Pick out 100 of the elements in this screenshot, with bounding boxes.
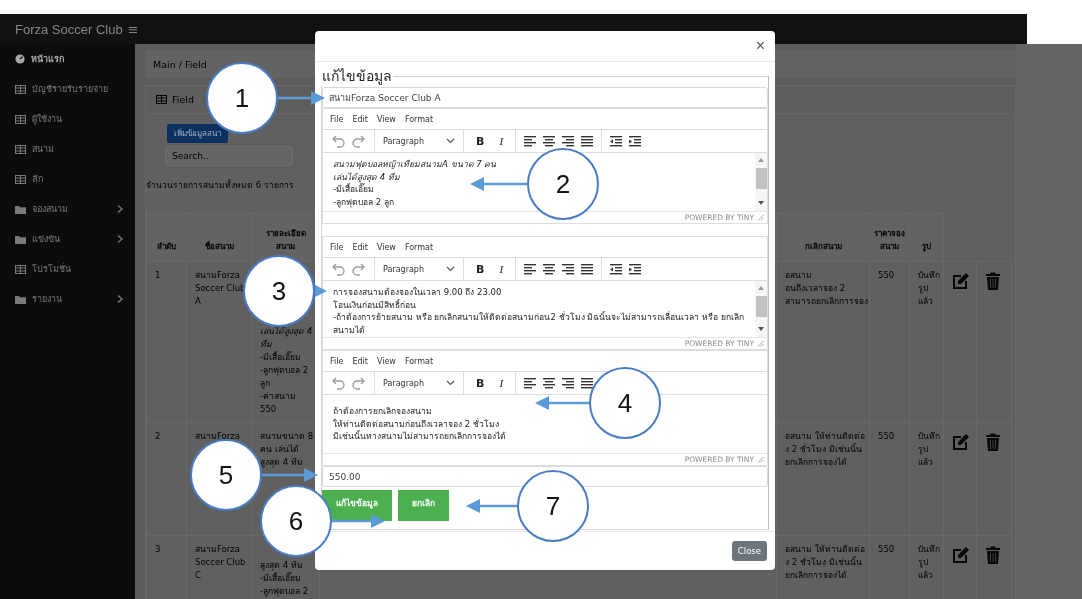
form-legend: แก้ไขข้อมูล bbox=[321, 65, 393, 87]
scrollbar[interactable] bbox=[755, 281, 767, 337]
align-right-icon[interactable] bbox=[562, 263, 575, 275]
table-cell-text: สามารถยกเลิกการจอง bbox=[785, 296, 868, 306]
indent-icon[interactable] bbox=[629, 263, 642, 275]
editor-text-line[interactable]: -ลูกฟุตบอล 2 ลูก bbox=[333, 195, 394, 208]
italic-button[interactable]: I bbox=[495, 135, 508, 147]
editor-text-line[interactable]: สนามฟุตบอลหญ้าเทียมสนามA ขนาด 7 คน bbox=[333, 158, 497, 171]
column-header: ลำดับ bbox=[146, 212, 187, 262]
align-justify-icon[interactable] bbox=[581, 135, 594, 147]
menu-item[interactable]: View bbox=[376, 356, 396, 366]
align-right-icon[interactable] bbox=[562, 135, 575, 147]
italic-button[interactable]: I bbox=[495, 377, 508, 389]
add-field-button[interactable]: เพิ่มข้อมูลสนา bbox=[167, 124, 228, 143]
bold-button[interactable]: B bbox=[472, 376, 489, 390]
edit-icon[interactable] bbox=[952, 272, 970, 290]
menu-item[interactable]: File bbox=[330, 356, 344, 366]
name-field[interactable]: สนามForza Soccer Club A bbox=[322, 87, 768, 108]
indent-icon[interactable] bbox=[629, 135, 642, 147]
menu-item[interactable]: Format bbox=[404, 242, 434, 252]
editor-text-line[interactable]: ถ้าต้องการยกเลิกจองสนาม bbox=[333, 405, 432, 418]
editor-text-line[interactable]: เล่นได้สูงสุด 4 ทีม bbox=[333, 170, 400, 183]
menu-item[interactable]: File bbox=[330, 114, 344, 124]
scrollbar[interactable] bbox=[755, 153, 767, 211]
table-cell: บันทึกรูปแล้ว bbox=[909, 422, 944, 536]
editor-text-line[interactable]: มิเช่นนั้นทางสนามไม่สามารถยกเลิกการจองได้ bbox=[333, 430, 506, 443]
format-dropdown[interactable]: Paragraph bbox=[383, 264, 455, 274]
price-field[interactable]: 550.00 bbox=[322, 466, 768, 487]
undo-icon[interactable] bbox=[331, 376, 345, 390]
menu-item[interactable]: File bbox=[330, 242, 344, 252]
menu-toggle[interactable]: ≡ bbox=[127, 21, 139, 37]
editor-text-line[interactable]: ให้ท่านติดต่อสนามก่อนถึงเวลาจอง 2 ชั่วโมง bbox=[333, 417, 499, 430]
redo-icon[interactable] bbox=[352, 262, 366, 276]
sidebar-item[interactable]: ผู้ใช้งาน bbox=[32, 112, 123, 126]
align-left-icon[interactable] bbox=[524, 263, 537, 275]
align-right-icon[interactable] bbox=[562, 377, 575, 389]
table-cell: บันทึกรูปแล้ว bbox=[909, 261, 944, 423]
align-justify-icon[interactable] bbox=[581, 263, 594, 275]
table-cell-text: ยกเลิกการจองได้ bbox=[785, 457, 847, 467]
sidebar-item[interactable]: โปรโมชั่น bbox=[32, 262, 123, 276]
resize-grip-icon[interactable] bbox=[757, 456, 764, 463]
outdent-icon[interactable] bbox=[610, 263, 623, 275]
folder-icon bbox=[15, 234, 26, 244]
trash-icon[interactable] bbox=[985, 433, 1001, 451]
sidebar-item[interactable]: บัญชีรายรับรายจ่าย bbox=[32, 82, 123, 96]
menu-item[interactable]: View bbox=[376, 242, 396, 252]
menu-item[interactable]: View bbox=[376, 114, 396, 124]
edit-icon[interactable] bbox=[952, 546, 970, 564]
align-center-icon[interactable] bbox=[543, 377, 556, 389]
resize-grip-icon[interactable] bbox=[757, 214, 764, 221]
sidebar-item[interactable]: รายงาน bbox=[32, 292, 111, 306]
sidebar-item[interactable]: แข่งขัน bbox=[32, 232, 111, 246]
search-field[interactable]: Search.. bbox=[165, 146, 293, 166]
table-cell-text: -ค่าสนาม 550 bbox=[260, 391, 297, 414]
editor-text-line[interactable]: โอนเงินก่อนมีสิทธิ์ก่อน bbox=[333, 298, 416, 311]
redo-icon[interactable] bbox=[352, 134, 366, 148]
italic-button[interactable]: I bbox=[495, 263, 508, 275]
sidebar-item[interactable]: ลีก bbox=[32, 172, 123, 186]
trash-icon[interactable] bbox=[985, 546, 1001, 564]
table-cell-text: -ลูกฟุตบอล 2 ลูก bbox=[260, 365, 309, 388]
table-icon bbox=[15, 144, 26, 154]
undo-icon[interactable] bbox=[331, 262, 345, 276]
resize-grip-icon[interactable] bbox=[757, 340, 764, 347]
menu-item[interactable]: Edit bbox=[352, 114, 368, 124]
dropdown-value: Paragraph bbox=[383, 136, 424, 146]
sidebar-item[interactable]: หน้าแรก bbox=[31, 52, 123, 66]
align-justify-icon[interactable] bbox=[581, 377, 594, 389]
menu-item[interactable]: Edit bbox=[352, 242, 368, 252]
callout-arrow bbox=[470, 177, 527, 191]
align-left-icon[interactable] bbox=[524, 377, 537, 389]
bold-button[interactable]: B bbox=[472, 262, 489, 276]
redo-icon[interactable] bbox=[352, 376, 366, 390]
table-cell-text: ยกเลิกการจองได้ bbox=[785, 570, 847, 580]
close-button[interactable]: Close bbox=[731, 541, 767, 561]
card-title: Field bbox=[172, 94, 194, 105]
dropdown-value: Paragraph bbox=[383, 378, 424, 388]
table-cell-text: -มีเสื้อเอี๊ยม bbox=[260, 352, 302, 362]
menu-item[interactable]: Edit bbox=[352, 356, 368, 366]
column-header: รูป bbox=[909, 212, 944, 262]
editor-text-line[interactable]: -ถ้าต้องการย้ายสนาม หรือ ยกเลิกสนามให้ติดต่อสนามก่อน2 ชั่วโมง มิฉนั้นจะไม่สามารถเลื่อนเวลา หรือ ยกเลิก สนามได้ bbox=[333, 311, 747, 336]
table-icon bbox=[15, 84, 26, 94]
close-button[interactable]: × bbox=[753, 38, 767, 54]
format-dropdown[interactable]: Paragraph bbox=[383, 136, 455, 146]
align-center-icon[interactable] bbox=[543, 263, 556, 275]
editor-text-line[interactable]: -มีเสื้อเอี๊ยม bbox=[333, 183, 375, 196]
editor-text-line[interactable]: การจองสนามต้องจองในเวลา 9.00 ถึง 23.00 bbox=[333, 286, 502, 299]
outdent-icon[interactable] bbox=[610, 135, 623, 147]
align-center-icon[interactable] bbox=[543, 135, 556, 147]
align-left-icon[interactable] bbox=[524, 135, 537, 147]
sidebar-item[interactable]: จองสนาม bbox=[32, 202, 111, 216]
edit-icon[interactable] bbox=[952, 433, 970, 451]
menu-item[interactable]: Format bbox=[404, 356, 434, 366]
format-dropdown[interactable]: Paragraph bbox=[383, 378, 455, 388]
record-count: จำนวนรายการสนามทั้งหมด 6 รายการ bbox=[146, 180, 294, 190]
sidebar-item[interactable]: สนาม bbox=[32, 142, 123, 156]
table-icon bbox=[15, 114, 26, 124]
bold-button[interactable]: B bbox=[472, 134, 489, 148]
undo-icon[interactable] bbox=[331, 134, 345, 148]
trash-icon[interactable] bbox=[985, 272, 1001, 290]
menu-item[interactable]: Format bbox=[404, 114, 434, 124]
